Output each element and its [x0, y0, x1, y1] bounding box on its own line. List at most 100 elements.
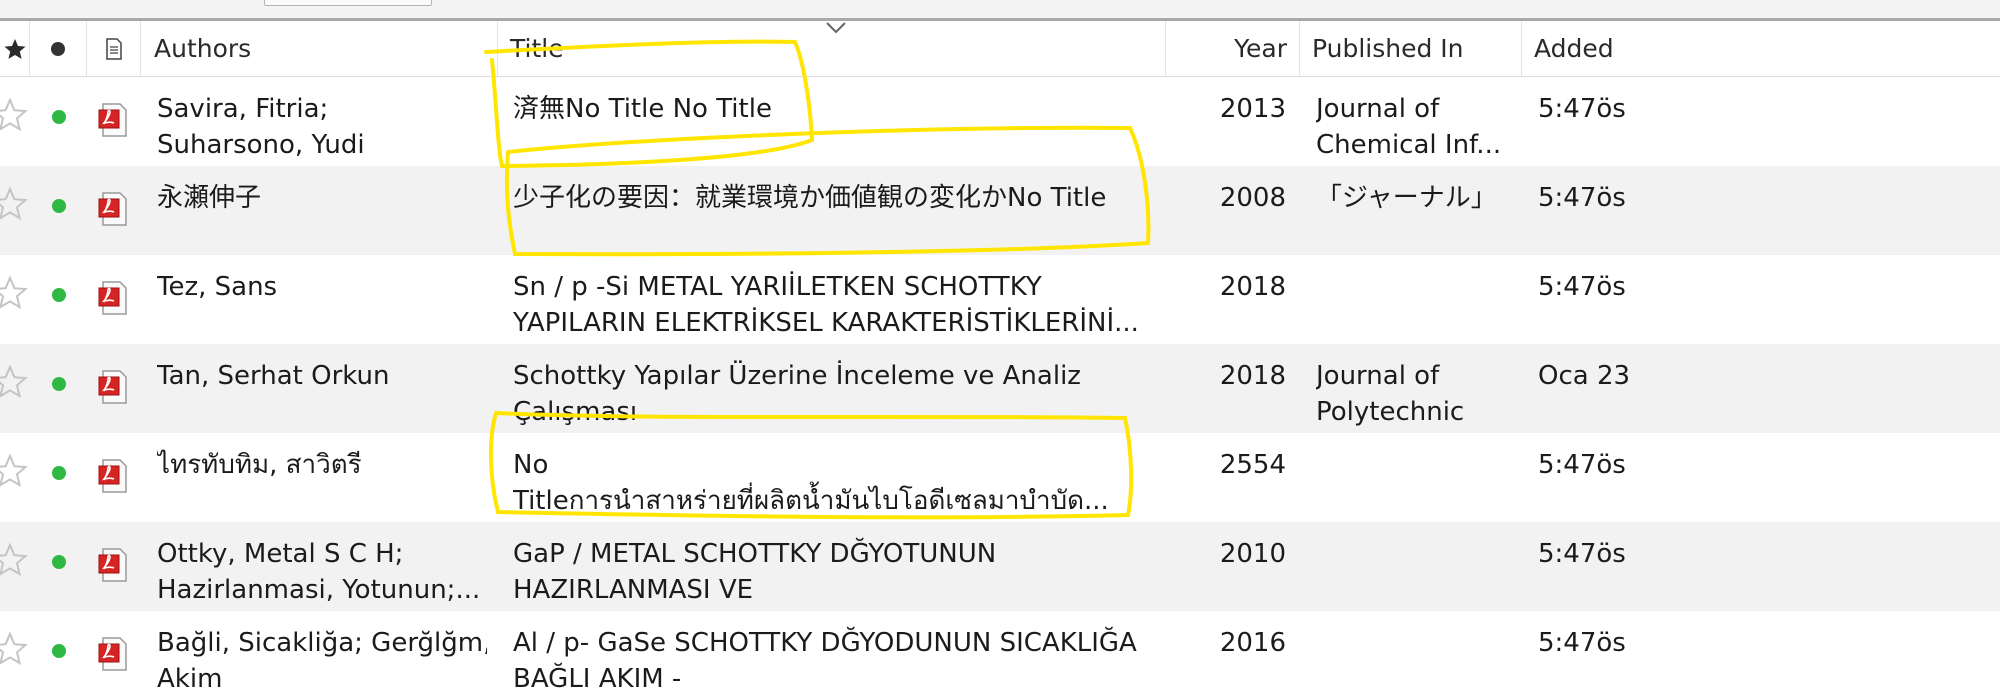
column-header-row: Authors Title Year Published In Added [0, 21, 2000, 77]
title-cell-line: 少子化の要因：就業環境か価値観の変化かNo Title [513, 183, 1107, 213]
read-status-dot[interactable] [52, 288, 66, 302]
published-in-cell-line: Polytechnic [1316, 397, 1465, 427]
star-outline-icon[interactable] [0, 186, 28, 222]
pdf-file-icon[interactable] [97, 279, 129, 317]
pdf-file-icon[interactable] [97, 190, 129, 228]
title-cell-line: Sn / p -Si METAL YARIİLETKEN SCHOTTKY [513, 272, 1042, 302]
read-status-dot[interactable] [52, 555, 66, 569]
read-status-dot[interactable] [52, 466, 66, 480]
authors-cell-line: Suharsono, Yudi [157, 130, 365, 160]
read-status-dot[interactable] [52, 110, 66, 124]
column-year[interactable]: Year [1166, 21, 1300, 76]
added-cell: 5:47ös [1538, 628, 1626, 658]
title-cell: GaP / METAL SCHOTTKY DĞYOTUNUN HAZIRLANMA… [513, 536, 1163, 608]
column-title-label: Title [510, 34, 564, 63]
year-cell: 2018 [1219, 361, 1286, 391]
authors-cell: 永瀬伸子 [157, 180, 487, 216]
read-status-dot[interactable] [52, 377, 66, 391]
authors-cell: Savira, Fitria; Suharsono, Yudi [157, 91, 487, 163]
published-in-cell: Journal of Polytechnic [1316, 358, 1516, 430]
table-row[interactable]: Ottky, Metal S C H; Hazirlanmasi, Yotunun… [0, 522, 2000, 611]
read-status-dot[interactable] [52, 644, 66, 658]
star-outline-icon[interactable] [0, 275, 28, 311]
added-cell: 5:47ös [1538, 183, 1626, 213]
title-cell-line: HAZIRLANMASI VE [513, 575, 754, 605]
table-row[interactable]: Bağli, Sicakliğa; Gerğlğm, Akim Al / p- Ga… [0, 611, 2000, 700]
added-cell: 5:47ös [1538, 450, 1626, 480]
published-in-cell-line: Journal of [1316, 94, 1440, 124]
table-row[interactable]: ไทรทับทิม, สาวิตรี No Titleการนำสาหร่ายที่… [0, 433, 2000, 522]
column-added-label: Added [1534, 34, 1614, 63]
authors-cell: Tez, Sans [157, 269, 487, 305]
year-cell: 2013 [1219, 94, 1286, 124]
title-cell: 少子化の要因：就業環境か価値観の変化かNo Title [513, 180, 1163, 216]
authors-cell-line: Savira, Fitria; [157, 94, 329, 124]
title-cell: 済無No Title No Title [513, 91, 1163, 127]
star-outline-icon[interactable] [0, 97, 28, 133]
star-outline-icon[interactable] [0, 631, 28, 667]
title-cell-line: 済無No Title No Title [513, 94, 772, 124]
column-favorite[interactable] [0, 21, 30, 76]
added-cell: 5:47ös [1538, 272, 1626, 302]
year-cell: 2018 [1219, 272, 1286, 302]
pdf-file-icon[interactable] [97, 546, 129, 584]
authors-cell-line: 永瀬伸子 [157, 183, 262, 213]
column-published-in[interactable]: Published In [1300, 21, 1522, 76]
toolbar-button[interactable] [264, 0, 432, 6]
table-row[interactable]: Savira, Fitria; Suharsono, Yudi 済無No Title… [0, 77, 2000, 166]
table-row[interactable]: Tez, Sans Sn / p -Si METAL YARIİLETKEN SC… [0, 255, 2000, 344]
column-read-status[interactable] [30, 21, 87, 76]
dot-icon [51, 41, 65, 56]
title-cell: No Titleการนำสาหร่ายที่ผลิตน้ำมันไบโอดีเซ… [513, 447, 1163, 519]
column-year-label: Year [1234, 34, 1287, 63]
title-cell-line: No [513, 450, 549, 480]
title-cell-line: Schottky Yapılar Üzerine İnceleme ve Ana… [513, 361, 1081, 391]
title-cell-line: BAĞLI AKIM - [513, 664, 682, 694]
toolbar-strip [0, 0, 2000, 21]
authors-cell: Tan, Serhat Orkun [157, 358, 487, 394]
published-in-cell: 「ジャーナル」 [1316, 180, 1516, 216]
year-cell: 2016 [1219, 628, 1286, 658]
star-outline-icon[interactable] [0, 453, 28, 489]
title-cell-line: Titleการนำสาหร่ายที่ผลิตน้ำมันไบโอดีเซลม… [513, 486, 1109, 516]
title-cell: Sn / p -Si METAL YARIİLETKEN SCHOTTKY YAP… [513, 269, 1163, 341]
star-filled-icon [4, 38, 25, 59]
column-published-in-label: Published In [1312, 34, 1464, 63]
title-cell-line: Çalışması [513, 397, 638, 427]
table-row[interactable]: 永瀬伸子 少子化の要因：就業環境か価値観の変化かNo Title 2008 「ジャーナ… [0, 166, 2000, 255]
year-cell: 2010 [1219, 539, 1286, 569]
title-cell: Schottky Yapılar Üzerine İnceleme ve Ana… [513, 358, 1163, 430]
authors-cell-line: ไทรทับทิม, สาวิตรี [157, 450, 362, 480]
added-cell: 5:47ös [1538, 539, 1626, 569]
published-in-cell-line: 「ジャーナル」 [1316, 183, 1497, 213]
year-cell: 2554 [1219, 450, 1286, 480]
authors-cell-line: Bağli, Sicakliğa; Gerğlğm, [157, 628, 487, 658]
pdf-file-icon[interactable] [97, 368, 129, 406]
star-outline-icon[interactable] [0, 542, 28, 578]
column-added[interactable]: Added [1522, 21, 2000, 76]
read-status-dot[interactable] [52, 199, 66, 213]
added-cell: 5:47ös [1538, 94, 1626, 124]
authors-cell-line: Tez, Sans [157, 272, 278, 302]
title-cell-line: YAPILARIN ELEKTRİKSEL KARAKTERİSTİKLERİN… [513, 308, 1139, 338]
published-in-cell-line: Journal of [1316, 361, 1440, 391]
title-cell-line: GaP / METAL SCHOTTKY DĞYOTUNUN [513, 539, 997, 569]
column-document[interactable] [87, 21, 141, 76]
title-cell-line: Al / p- GaSe SCHOTTKY DĞYODUNUN SICAKLIĞ… [513, 628, 1137, 658]
authors-cell: Bağli, Sicakliğa; Gerğlğm, Akim [157, 625, 487, 697]
added-cell: Oca 23 [1538, 361, 1631, 391]
document-icon [105, 37, 122, 60]
authors-cell-line: Akim [157, 664, 223, 694]
published-in-cell: Journal of Chemical Inf... [1316, 91, 1516, 163]
pdf-file-icon[interactable] [97, 457, 129, 495]
column-authors-label: Authors [154, 34, 252, 63]
table-row[interactable]: Tan, Serhat Orkun Schottky Yapılar Üzerin… [0, 344, 2000, 433]
star-outline-icon[interactable] [0, 364, 28, 400]
authors-cell-line: Hazirlanmasi, Yotunun;... [157, 575, 481, 605]
column-authors[interactable]: Authors [141, 21, 498, 76]
pdf-file-icon[interactable] [97, 101, 129, 139]
pdf-file-icon[interactable] [97, 635, 129, 673]
sort-indicator-icon [826, 22, 846, 34]
published-in-cell-line: Chemical Inf... [1316, 130, 1502, 160]
authors-cell: ไทรทับทิม, สาวิตรี [157, 447, 487, 483]
